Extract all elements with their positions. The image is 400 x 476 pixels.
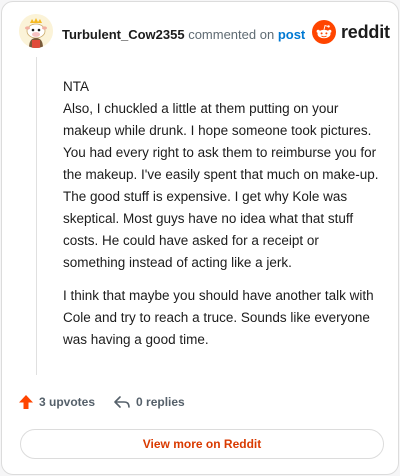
comment-body: NTA Also, I chuckled a little at them pu… [63,76,381,351]
post-link[interactable]: post [278,27,305,42]
reddit-wordmark: reddit [341,21,390,42]
reply-arrow-icon [114,396,130,408]
upvote-count: 3 upvotes [39,395,96,409]
snoo-avatar-icon [19,14,53,48]
comment-paragraph: NTA [63,79,89,94]
reddit-logo-icon [312,20,336,44]
reply-count: 0 replies [136,395,185,409]
comment-card: Turbulent_Cow2355 commented on post redd… [1,1,399,475]
view-more-button[interactable]: View more on Reddit [20,429,384,459]
thread-line [36,57,37,375]
commented-on-label: commented on [188,27,275,42]
comment-actions: 3 upvotes 0 replies [18,394,185,410]
username-link[interactable]: Turbulent_Cow2355 [62,27,185,42]
comment-paragraph: I think that maybe you should have anoth… [63,288,374,347]
reddit-logo[interactable]: reddit [312,20,390,44]
comment-paragraph: Also, I chuckled a little at them puttin… [63,101,379,270]
upvote-button[interactable]: 3 upvotes [18,394,95,410]
user-avatar[interactable] [19,14,53,48]
reply-button[interactable]: 0 replies [113,394,185,410]
upvote-arrow-icon [19,395,33,409]
comment-header: Turbulent_Cow2355 commented on post [62,27,305,42]
